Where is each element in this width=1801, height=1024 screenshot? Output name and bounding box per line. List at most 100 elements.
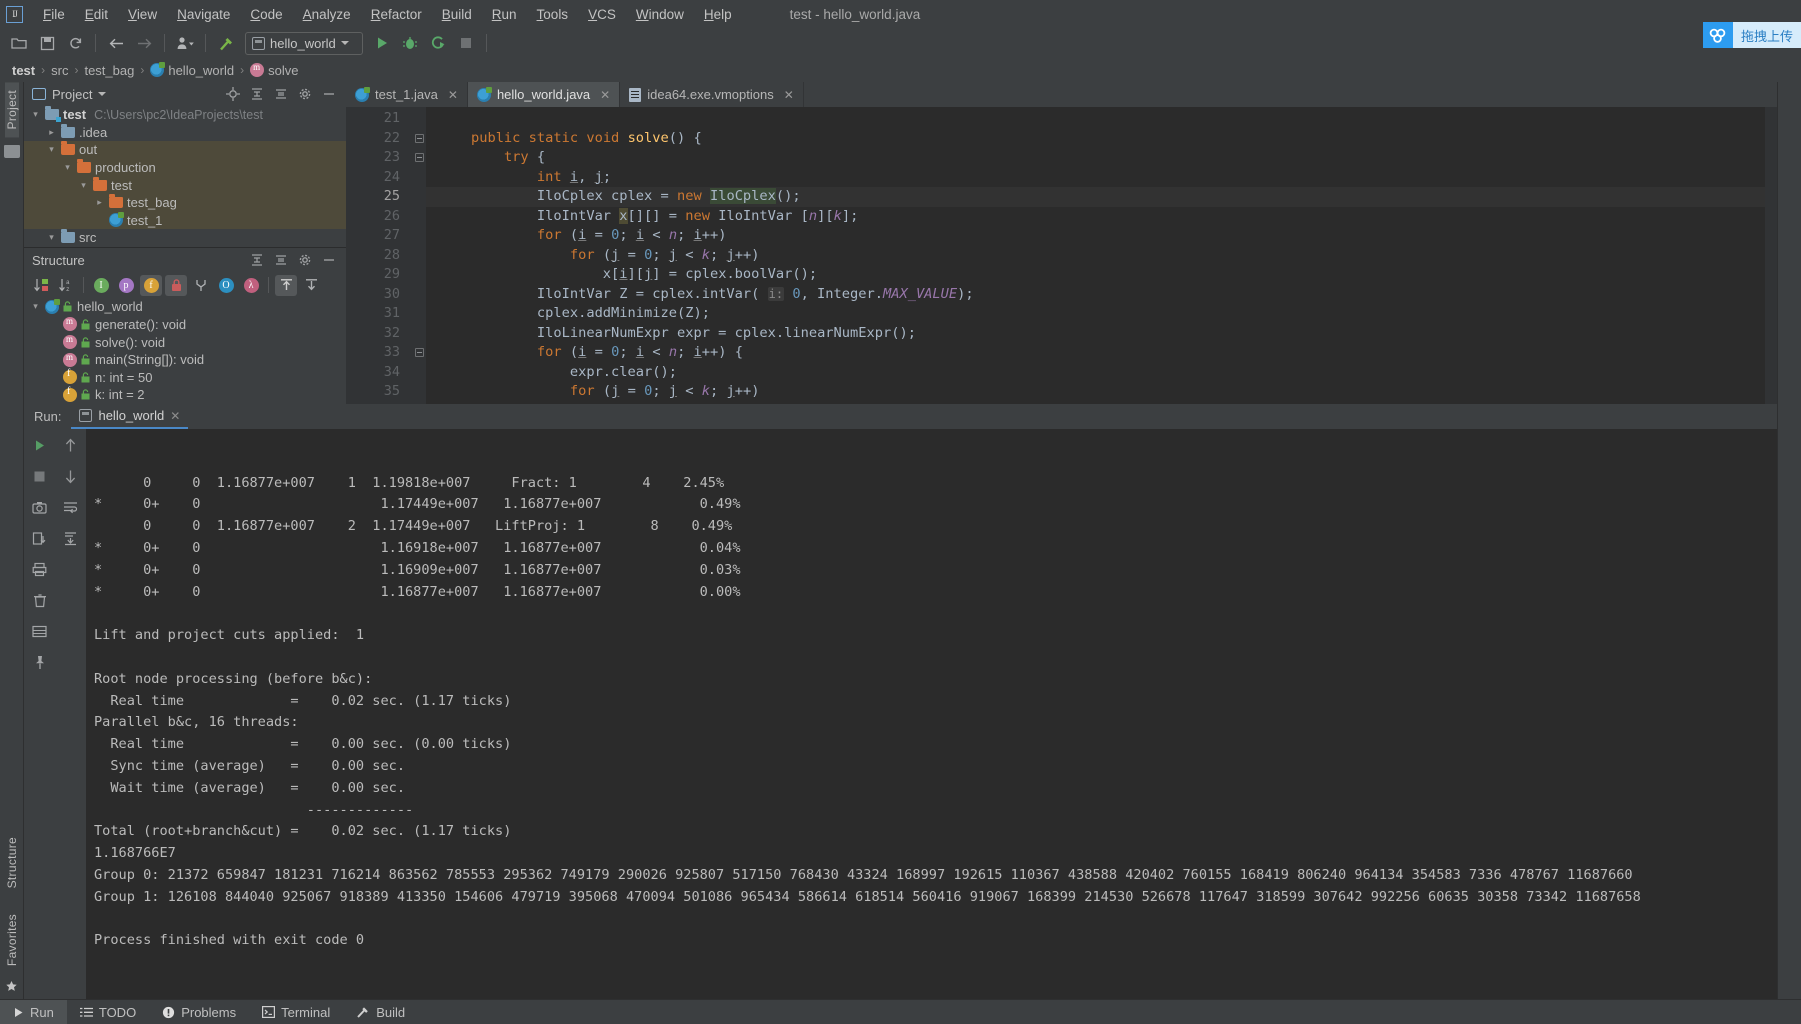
code-line[interactable]: for (i = 0; i < n; i++) { [426, 343, 1765, 363]
scroll-to-end-icon[interactable] [61, 528, 81, 548]
code-line[interactable]: IloIntVar x[][] = new IloIntVar [n][k]; [426, 207, 1765, 227]
structure-node-solvevoid[interactable]: solve(): void [24, 333, 346, 351]
code-line[interactable]: expr.clear(); [426, 363, 1765, 383]
tree-expander-icon[interactable] [46, 144, 57, 155]
pin-icon[interactable] [30, 652, 50, 672]
structure-node-mainStringvoid[interactable]: main(String[]): void [24, 351, 346, 369]
line-number[interactable]: 21 [346, 109, 408, 129]
code-line[interactable]: for (j = 0; j < k; j++) [426, 382, 1765, 402]
editor-code[interactable]: public static void solve() { try { int i… [426, 107, 1765, 404]
run-coverage-icon[interactable] [425, 31, 451, 55]
show-objects-icon[interactable]: O [215, 275, 237, 296]
stop-icon[interactable] [30, 466, 50, 486]
menu-item-view[interactable]: View [118, 4, 167, 25]
close-icon[interactable]: ✕ [600, 88, 610, 102]
sort-alphabetically-icon[interactable]: az [55, 275, 77, 296]
tree-node-test[interactable]: test [24, 176, 346, 194]
fold-toggle-icon[interactable] [415, 153, 424, 162]
status-bar-item-run[interactable]: Run [0, 999, 67, 1024]
menu-item-build[interactable]: Build [432, 4, 482, 25]
line-number[interactable]: 24 [346, 168, 408, 188]
tree-expander-icon[interactable] [30, 109, 41, 120]
line-number[interactable]: 22 [346, 129, 424, 149]
tree-node-production[interactable]: production [24, 158, 346, 177]
sort-by-visibility-icon[interactable] [30, 275, 52, 296]
code-line[interactable]: for (i = 0; i < n; i++) [426, 226, 1765, 246]
project-tree[interactable]: test C:\Users\pc2\IdeaProjects\test .idea o… [24, 106, 346, 248]
tree-expander-icon[interactable] [78, 180, 89, 191]
show-inherited-icon[interactable]: I [90, 275, 112, 296]
line-number[interactable]: 31 [346, 304, 408, 324]
status-bar-item-problems[interactable]: Problems [149, 1000, 249, 1024]
fold-toggle-icon[interactable] [415, 348, 424, 357]
code-line[interactable]: IloLinearNumExpr expr = cplex.linearNumE… [426, 324, 1765, 344]
tree-expander-icon[interactable] [62, 162, 73, 173]
run-configuration-selector[interactable]: hello_world [245, 31, 363, 55]
show-non-public-icon[interactable] [165, 274, 187, 296]
gear-icon[interactable] [297, 253, 312, 268]
back-arrow-icon[interactable] [103, 31, 129, 55]
export-icon[interactable] [30, 528, 50, 548]
console-output[interactable]: 0 0 1.16877e+007 1 1.19818e+007 Fract: 1… [86, 429, 1777, 999]
line-number[interactable]: 28 [346, 246, 408, 266]
line-number[interactable]: 30 [346, 285, 408, 305]
tree-expander-icon[interactable] [46, 127, 57, 138]
line-number[interactable]: 25 [346, 187, 408, 207]
grid-icon[interactable] [30, 621, 50, 641]
down-arrow-icon[interactable] [61, 466, 81, 486]
show-fields-icon[interactable]: f [140, 274, 162, 296]
code-line[interactable] [426, 109, 1765, 129]
menu-item-edit[interactable]: Edit [75, 4, 118, 25]
chevron-down-icon[interactable] [98, 92, 107, 96]
structure-tree[interactable]: hello_worldgenerate(): void solve(): void… [24, 298, 346, 404]
debug-icon[interactable] [397, 31, 423, 55]
editor-tab-idea64exevmoptions[interactable]: idea64.exe.vmoptions ✕ [620, 82, 804, 107]
menu-item-run[interactable]: Run [482, 4, 527, 25]
rail-button-project[interactable]: Project [4, 82, 19, 138]
run-icon[interactable] [369, 31, 395, 55]
line-number[interactable]: 32 [346, 324, 408, 344]
rail-button-favorites[interactable]: Favorites [5, 906, 19, 974]
menu-item-analyze[interactable]: Analyze [293, 4, 361, 25]
code-line[interactable]: IloIntVar Z = cplex.intVar( i: 0, Intege… [426, 285, 1765, 305]
close-icon[interactable]: ✕ [170, 409, 180, 423]
line-number[interactable]: 34 [346, 363, 408, 383]
code-line[interactable]: int i, j; [426, 168, 1765, 188]
editor-gutter[interactable]: 21 22 23 24 25 26 27 28 29 30 31 32 33 34 35 [346, 107, 424, 404]
breadcrumb-item-test_bag[interactable]: test_bag [80, 63, 138, 78]
editor-tab-hello_worldjava[interactable]: hello_world.java ✕ [467, 82, 621, 107]
menu-item-vcs[interactable]: VCS [578, 4, 626, 25]
menu-item-refactor[interactable]: Refactor [361, 4, 432, 25]
code-line[interactable]: cplex.addMinimize(Z); [426, 304, 1765, 324]
hide-panel-icon[interactable] [321, 87, 336, 102]
sync-icon[interactable] [62, 31, 88, 55]
editor-marker-strip[interactable] [1765, 107, 1777, 404]
code-line[interactable]: IloCplex cplex = new IloCplex(); [426, 187, 1765, 207]
show-properties-icon[interactable]: p [115, 275, 137, 296]
code-line[interactable]: x[i][j] = cplex.boolVar(); [426, 265, 1765, 285]
print-icon[interactable] [30, 559, 50, 579]
locate-file-icon[interactable] [225, 87, 240, 102]
line-number[interactable]: 33 [346, 343, 424, 363]
gear-icon[interactable] [297, 87, 312, 102]
tree-node-test_bag[interactable]: test_bag [24, 193, 346, 212]
rail-folder-icon[interactable] [3, 145, 20, 159]
build-hammer-icon[interactable] [213, 31, 239, 55]
up-arrow-icon[interactable] [61, 435, 81, 455]
upload-badge[interactable]: 拖拽上传 [1702, 22, 1801, 48]
status-bar-item-todo[interactable]: TODO [67, 1000, 149, 1024]
line-number[interactable]: 29 [346, 265, 408, 285]
tree-node-out[interactable]: out [24, 141, 346, 159]
structure-node-generatevoid[interactable]: generate(): void [24, 316, 346, 334]
menu-item-help[interactable]: Help [694, 4, 742, 25]
collapse-all-icon[interactable] [273, 253, 288, 268]
show-lambdas-icon[interactable]: λ [240, 275, 262, 296]
open-folder-icon[interactable] [6, 31, 32, 55]
line-number[interactable]: 27 [346, 226, 408, 246]
status-bar-item-build[interactable]: Build [343, 1000, 418, 1024]
camera-icon[interactable] [30, 497, 50, 517]
tree-node-src[interactable]: src [24, 229, 346, 247]
structure-node-kint2[interactable]: f k: int = 2 [24, 386, 346, 404]
line-number[interactable]: 35 [346, 382, 408, 402]
structure-node-nint50[interactable]: f n: int = 50 [24, 368, 346, 386]
